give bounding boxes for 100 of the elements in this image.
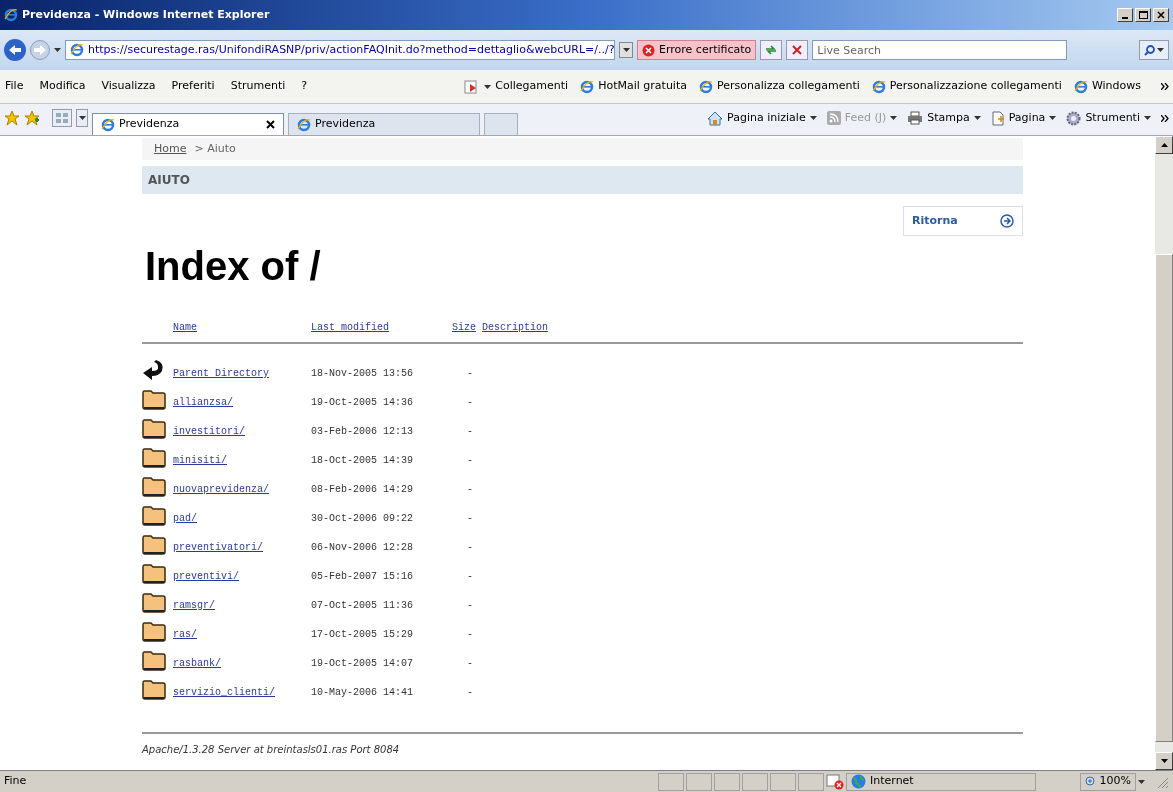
- modified-date: 08-Feb-2006 14:29: [311, 483, 415, 497]
- menu-item[interactable]: Modifica: [38, 78, 87, 95]
- address-field[interactable]: https://securestage.ras/UnifondiRASNP/priv/actionFAQInit.do?method=dettaglio&webcURL=/../?: [65, 40, 615, 60]
- ie-icon: [1073, 79, 1088, 94]
- search-field[interactable]: Live Search: [812, 40, 1068, 60]
- refresh-button[interactable]: [760, 40, 783, 60]
- directory-link[interactable]: nuovaprevidenza/: [173, 482, 311, 497]
- chevron-icon[interactable]: [1161, 83, 1169, 90]
- left-arrow-icon: [9, 45, 21, 55]
- folder-icon: [142, 562, 166, 584]
- directory-link[interactable]: investitori/: [173, 424, 311, 439]
- globe-icon: [851, 774, 866, 789]
- file-size: -: [467, 541, 473, 555]
- scrollbar[interactable]: [1155, 136, 1173, 770]
- grid-icon: [56, 113, 68, 123]
- file-size: -: [467, 686, 473, 700]
- ie-icon: [698, 79, 713, 94]
- status-text: Fine: [4, 773, 28, 790]
- directory-link[interactable]: ras/: [173, 627, 311, 642]
- link-button[interactable]: Personalizza collegamenti: [698, 78, 860, 95]
- menu-item[interactable]: Strumenti: [229, 78, 287, 95]
- file-size: -: [467, 599, 473, 613]
- chevron-icon[interactable]: [1161, 114, 1169, 122]
- refresh-icon: [765, 44, 778, 56]
- folder-icon: [142, 591, 166, 613]
- server-footer: Apache/1.3.28 Server at breintasls01.ras Port 8084: [142, 742, 1023, 757]
- link-button[interactable]: Personalizzazione collegamenti: [871, 78, 1062, 95]
- ie-logo-icon: [4, 8, 18, 22]
- favorites-star-icon[interactable]: [4, 110, 20, 126]
- browser-tab[interactable]: Previdenza: [92, 113, 284, 135]
- tab-list-button[interactable]: [76, 109, 88, 127]
- close-icon[interactable]: [266, 120, 275, 129]
- dropdown-button[interactable]: [619, 42, 633, 58]
- menu-item[interactable]: Visualizza: [100, 78, 157, 95]
- status-panel: [798, 772, 824, 791]
- modified-date: 03-Feb-2006 12:13: [311, 425, 415, 439]
- add-favorite-star-icon[interactable]: [24, 110, 40, 126]
- directory-link[interactable]: preventivatori/: [173, 540, 311, 555]
- file-size: -: [467, 512, 473, 526]
- status-panel: [714, 772, 740, 791]
- file-size: -: [467, 396, 473, 410]
- column-header-link[interactable]: Size: [452, 319, 482, 335]
- file-size: -: [467, 628, 473, 642]
- close-button[interactable]: [1153, 8, 1169, 22]
- menu-item[interactable]: Preferiti: [170, 78, 216, 95]
- maximize-button[interactable]: [1135, 8, 1151, 22]
- house-icon: [707, 110, 724, 126]
- modified-date: 10-May-2006 14:41: [311, 686, 415, 700]
- link-button[interactable]: Windows: [1073, 78, 1141, 95]
- stop-button[interactable]: [786, 40, 809, 60]
- search-button[interactable]: [1139, 40, 1169, 60]
- gear-icon: [1066, 110, 1082, 126]
- links-dropdown[interactable]: Collegamenti: [464, 78, 569, 95]
- directory-link[interactable]: minisiti/: [173, 453, 311, 468]
- section-title: AIUTO: [148, 172, 190, 189]
- modified-date: 17-Oct-2005 15:29: [311, 628, 415, 642]
- command-button[interactable]: Strumenti: [1066, 109, 1151, 127]
- modified-date: 18-Nov-2005 13:56: [311, 367, 415, 381]
- command-button[interactable]: Pagina: [990, 109, 1057, 127]
- breadcrumb-link[interactable]: Home: [154, 140, 187, 158]
- browser-tab[interactable]: Previdenza: [288, 113, 480, 135]
- directory-link[interactable]: Parent Directory: [173, 366, 311, 381]
- command-button[interactable]: Stampa: [907, 109, 981, 127]
- column-header-link[interactable]: Last modified: [311, 319, 452, 335]
- directory-link[interactable]: pad/: [173, 511, 311, 526]
- zoom-button[interactable]: 100%: [1080, 772, 1136, 791]
- feed-icon: [826, 111, 841, 125]
- menu-item[interactable]: File: [4, 78, 25, 95]
- directory-link[interactable]: rasbank/: [173, 656, 311, 671]
- ie-icon: [871, 79, 886, 94]
- window-title: Previdenza - Windows Internet Explorer: [22, 6, 270, 23]
- folder-icon: [142, 533, 166, 555]
- directory-link[interactable]: allianzsa/: [173, 395, 311, 410]
- directory-link[interactable]: ramsgr/: [173, 598, 311, 613]
- certificate-error-button[interactable]: Errore certificato: [637, 40, 757, 60]
- caret-icon: [809, 116, 817, 120]
- minimize-button[interactable]: [1117, 8, 1133, 22]
- folder-icon: [142, 620, 166, 642]
- printer-icon: [907, 111, 924, 125]
- close-icon: [792, 45, 803, 55]
- caret-icon: [54, 48, 61, 52]
- directory-link[interactable]: servizio_clienti/: [173, 685, 311, 700]
- maximize-icon: [1138, 11, 1148, 19]
- column-header-link[interactable]: Name: [173, 319, 311, 335]
- modified-date: 30-Oct-2006 09:22: [311, 512, 415, 526]
- up-arrow-icon: [1160, 143, 1168, 147]
- link-button[interactable]: HotMail gratuita: [580, 78, 687, 95]
- menu-item[interactable]: ?: [300, 78, 309, 95]
- file-size: -: [467, 657, 473, 671]
- column-header-link[interactable]: Description: [482, 319, 548, 335]
- directory-link[interactable]: preventivi/: [173, 569, 311, 584]
- back-button[interactable]: Ritorna: [903, 206, 1023, 236]
- back-button[interactable]: [4, 39, 26, 61]
- caret-icon: [973, 116, 981, 120]
- folder-icon: [142, 504, 166, 526]
- command-button[interactable]: Pagina iniziale: [707, 109, 817, 127]
- folder-icon: [142, 475, 166, 497]
- ie-icon: [101, 117, 115, 132]
- zone-panel: Internet: [846, 772, 1036, 791]
- zoom-icon: [1085, 776, 1096, 787]
